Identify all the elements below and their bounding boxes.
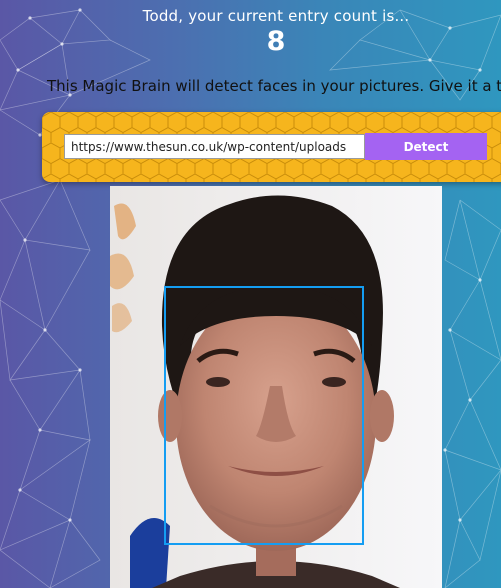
greeting-text: Todd, your current entry count is... (142, 7, 410, 25)
detect-button[interactable]: Detect (365, 133, 487, 160)
intro-text: This Magic Brain will detect faces in yo… (47, 77, 501, 95)
face-bounding-box (164, 286, 364, 545)
entry-count: 8 (266, 26, 286, 57)
url-form-panel: Detect (42, 112, 501, 182)
image-url-input[interactable] (64, 134, 365, 159)
